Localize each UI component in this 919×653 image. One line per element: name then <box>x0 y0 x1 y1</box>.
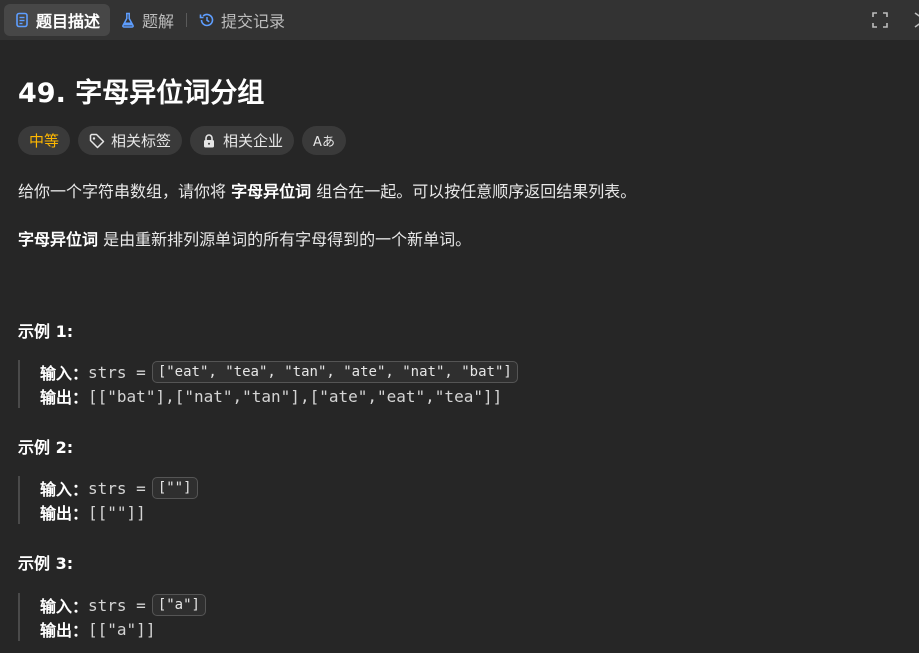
example-output-line: 输出： [["a"]] <box>40 617 206 641</box>
output-value: [[""]] <box>88 502 146 522</box>
related-tags-label: 相关标签 <box>111 132 172 150</box>
tag-row: 中等 相关标签 相关企业 Aあ <box>18 126 346 155</box>
related-companies-button[interactable]: 相关企业 <box>190 126 295 155</box>
example-2-block: 输入： strs = [""] 输出： [[""]] <box>18 476 198 524</box>
more-icon[interactable] <box>907 11 919 29</box>
flask-icon <box>120 12 136 28</box>
desc-text: 给你一个字符串数组，请你将 <box>18 182 232 201</box>
problem-title: 49. 字母异位词分组 <box>18 78 265 109</box>
history-icon <box>199 12 215 28</box>
example-2-title: 示例 2: <box>18 438 74 457</box>
example-1-block: 输入： strs = ["eat", "tea", "tan", "ate", … <box>18 360 518 408</box>
example-input-line: 输入： strs = ["a"] <box>40 593 206 617</box>
example-input-line: 输入： strs = ["eat", "tea", "tan", "ate", … <box>40 360 518 384</box>
lock-icon <box>201 133 217 149</box>
fullscreen-icon[interactable] <box>871 11 889 29</box>
related-companies-label: 相关企业 <box>223 132 284 150</box>
output-label: 输出： <box>40 388 89 407</box>
input-label: 输入： <box>40 480 89 499</box>
related-tags-button[interactable]: 相关标签 <box>78 126 183 155</box>
input-label: 输入： <box>40 597 89 616</box>
input-value: [""] <box>151 477 198 499</box>
input-label: 输入： <box>40 364 89 383</box>
tab-submissions[interactable]: 提交记录 <box>189 4 295 36</box>
output-value: [["bat"],["nat","tan"],["ate","eat","tea… <box>88 386 503 406</box>
input-value: ["a"] <box>151 594 206 616</box>
tag-icon <box>89 133 105 149</box>
output-value: [["a"]] <box>88 619 156 639</box>
desc-text: 是由重新排列源单词的所有字母得到的一个新单词。 <box>98 230 472 249</box>
description-icon <box>14 12 30 28</box>
input-var: strs = <box>88 362 146 382</box>
desc-bold-term: 字母异位词 <box>18 230 99 249</box>
tab-divider <box>186 13 188 27</box>
example-3-title: 示例 3: <box>18 554 74 573</box>
description-paragraph-2: 字母异位词 是由重新排列源单词的所有字母得到的一个新单词。 <box>18 226 471 250</box>
translate-icon: Aあ <box>313 135 335 150</box>
tab-label: 题解 <box>142 12 175 31</box>
example-output-line: 输出： [["bat"],["nat","tan"],["ate","eat",… <box>40 384 518 408</box>
tab-label: 题目描述 <box>36 12 101 31</box>
desc-text: 组合在一起。可以按任意顺序返回结果列表。 <box>311 182 637 201</box>
desc-bold-term: 字母异位词 <box>231 182 312 201</box>
example-1-title: 示例 1: <box>18 322 74 341</box>
tab-solutions[interactable]: 题解 <box>110 4 184 36</box>
translate-button[interactable]: Aあ <box>302 126 346 155</box>
input-var: strs = <box>88 478 146 498</box>
example-output-line: 输出： [[""]] <box>40 500 198 524</box>
input-var: strs = <box>88 595 146 615</box>
tab-label: 提交记录 <box>221 12 286 31</box>
description-paragraph-1: 给你一个字符串数组，请你将 字母异位词 组合在一起。可以按任意顺序返回结果列表。 <box>18 178 636 202</box>
output-label: 输出： <box>40 621 89 640</box>
tab-bar: 题目描述 题解 提交记录 <box>0 0 919 40</box>
output-label: 输出： <box>40 504 89 523</box>
example-input-line: 输入： strs = [""] <box>40 476 198 500</box>
example-3-block: 输入： strs = ["a"] 输出： [["a"]] <box>18 593 206 641</box>
input-value: ["eat", "tea", "tan", "ate", "nat", "bat… <box>151 361 518 383</box>
difficulty-badge: 中等 <box>18 126 71 155</box>
difficulty-label: 中等 <box>29 132 60 150</box>
tab-description[interactable]: 题目描述 <box>4 4 111 36</box>
